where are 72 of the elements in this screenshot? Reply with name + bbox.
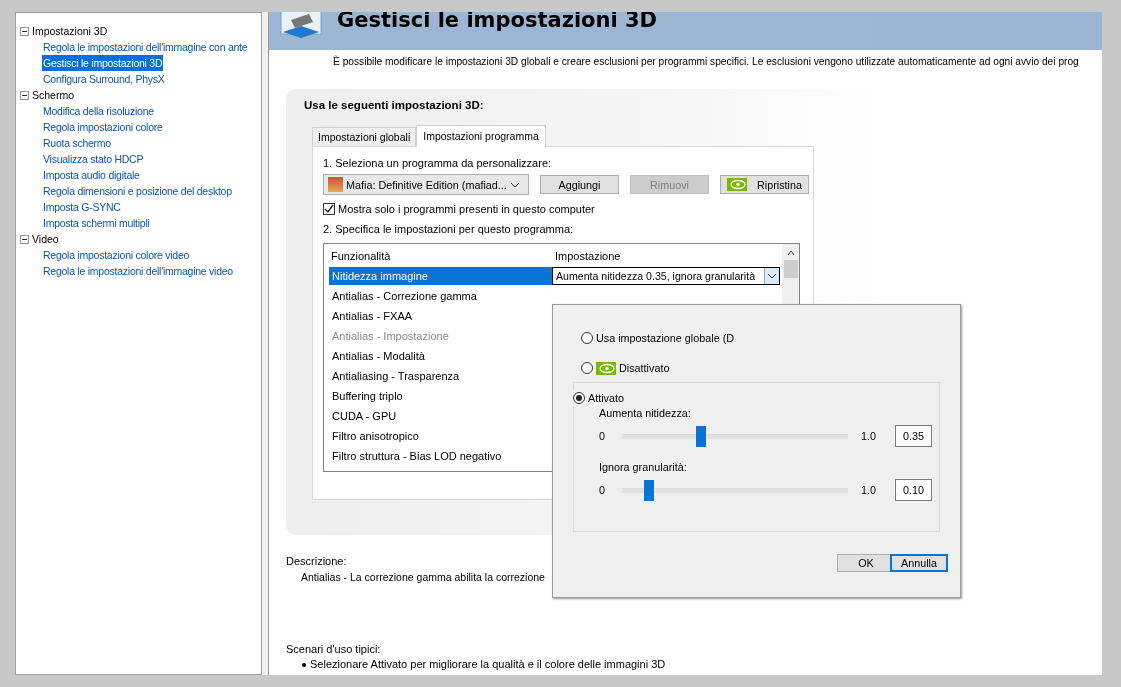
feature-cell[interactable]: Antialias - Correzione gamma (329, 287, 552, 305)
radio-button[interactable] (573, 392, 585, 404)
checkbox-label: Mostra solo i programmi presenti in questo computer (338, 203, 595, 215)
setting-dropdown[interactable]: Aumenta nitidezza 0.35, ignora granularità (552, 267, 780, 285)
radio-button[interactable] (581, 332, 593, 344)
tab[interactable]: Impostazioni globali (312, 127, 417, 146)
tree-item[interactable]: Regola le impostazioni dell'immagine video (42, 263, 234, 279)
feature-cell[interactable]: Buffering triplo (329, 387, 552, 405)
slider-max: 1.0 (861, 484, 877, 496)
tree-item[interactable]: Gestisci le impostazioni 3D (42, 55, 164, 71)
tree-item[interactable]: Imposta schermi multipli (42, 215, 151, 231)
scroll-up-icon[interactable] (785, 248, 796, 258)
bullet-icon (302, 663, 306, 668)
chevron-down-icon (767, 273, 777, 279)
option-label: Usa impostazione globale (D (596, 332, 735, 344)
tree-item[interactable]: Visualizza stato HDCP (42, 151, 145, 167)
radio-button[interactable] (581, 362, 593, 374)
tree-category[interactable]: Impostazioni 3D (32, 25, 108, 37)
feature-cell[interactable]: CUDA - GPU (329, 407, 552, 425)
feature-cell[interactable]: Antialiasing - Trasparenza (329, 367, 552, 385)
dialog-button[interactable]: Annulla (890, 554, 948, 572)
tree-category[interactable]: Video (32, 233, 59, 245)
slider-thumb[interactable] (644, 479, 655, 501)
collapse-icon[interactable] (20, 26, 29, 36)
tree-item[interactable]: Regola le impostazioni dell'immagine con ante (42, 39, 249, 55)
cube-grid-icon (279, 12, 323, 40)
scroll-thumb[interactable] (783, 260, 798, 278)
description-label: Descrizione: (286, 555, 347, 567)
tree-item[interactable]: Modifica della risoluzione (42, 103, 155, 119)
step-label: 2. Specifica le impostazioni per questo programma: (323, 223, 575, 235)
eye-logo-icon (596, 361, 616, 375)
feature-cell[interactable]: Filtro anisotropico (329, 427, 552, 445)
feature-cell[interactable]: Filtro struttura - Bias LOD negativo (329, 447, 552, 465)
action-button[interactable]: Ripristina (720, 175, 809, 194)
value-field[interactable]: 0.35 (895, 425, 932, 447)
tree-item[interactable]: Imposta audio digitale (42, 167, 141, 183)
section-heading: Usa le seguenti impostazioni 3D: (304, 99, 485, 111)
tree-item[interactable]: Regola dimensioni e posizione del desktop (42, 183, 233, 199)
option-label: Disattivato (619, 362, 670, 374)
tab[interactable]: Impostazioni programma (416, 125, 546, 147)
tree-item[interactable]: Imposta G-SYNC (42, 199, 122, 215)
collapse-icon[interactable] (20, 90, 29, 100)
tree-item[interactable]: Configura Surround, PhysX (42, 71, 166, 87)
slider-max: 1.0 (861, 430, 877, 442)
action-button[interactable]: Aggiungi (540, 175, 619, 194)
page-description: È possibile modificare le impostazioni 3D globali e creare esclusioni per programmi specifici. Le esclusioni vengono utilizzate automaticamente ad ogni avvio dei prog (333, 56, 1080, 67)
step-label: 1. Seleziona un programma da personalizzare: (323, 157, 553, 169)
feature-cell[interactable]: Antialias - FXAA (329, 307, 552, 325)
feature-cell[interactable]: Nitidezza immagine (329, 267, 552, 285)
slider-min: 0 (599, 484, 606, 496)
scenarios-label: Scenari d'uso tipici: (286, 643, 381, 655)
slider-label: Ignora granularità: (599, 461, 687, 473)
chevron-down-icon (509, 181, 520, 188)
option-label: Attivato (588, 392, 624, 404)
slider-min: 0 (599, 430, 606, 442)
tree-item[interactable]: Ruota schermo (42, 135, 112, 151)
column-header[interactable]: Impostazione (553, 250, 777, 262)
checkbox[interactable] (323, 203, 335, 215)
program-dropdown[interactable]: Mafia: Definitive Edition (mafiad... (323, 174, 529, 195)
tree-item[interactable]: Regola impostazioni colore (42, 119, 164, 135)
tree-category[interactable]: Schermo (32, 89, 74, 101)
slider-thumb[interactable] (696, 425, 707, 447)
collapse-icon[interactable] (20, 234, 29, 244)
slider-label: Aumenta nitidezza: (599, 407, 691, 419)
feature-cell[interactable]: Antialias - Modalità (329, 347, 552, 365)
scenario-item: Selezionare Attivato per migliorare la qualità e il colore delle immagini 3D (302, 658, 1102, 670)
game-thumbnail-icon (328, 177, 343, 192)
eye-logo-icon (727, 178, 747, 191)
column-header[interactable]: Funzionalità (329, 250, 553, 262)
value-field[interactable]: 0.10 (895, 479, 932, 501)
description-text: Antialias - La correzione gamma abilita la correzione (301, 571, 545, 583)
tree-item[interactable]: Regola impostazioni colore video (42, 247, 191, 263)
